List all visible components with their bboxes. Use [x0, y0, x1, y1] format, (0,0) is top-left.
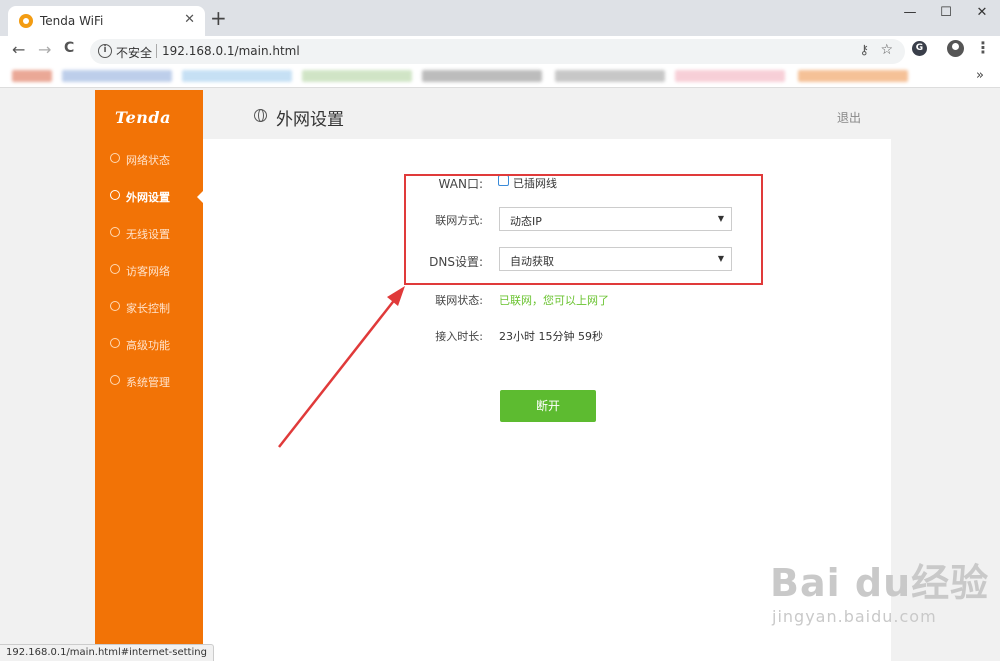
gear-icon	[110, 375, 120, 385]
sidebar-item-label: 访客网络	[126, 265, 170, 278]
browser-tab[interactable]: Tenda WiFi ✕	[8, 6, 205, 36]
bookmark-item[interactable]	[422, 70, 542, 82]
logout-link[interactable]: 退出	[837, 109, 861, 126]
guest-icon	[110, 264, 120, 274]
new-tab-button[interactable]: +	[210, 8, 227, 28]
profile-icon[interactable]	[947, 40, 964, 57]
browser-toolbar: ← → C i 不安全 192.168.0.1/main.html ⚷ ☆	[0, 36, 1000, 66]
parental-icon	[110, 301, 120, 311]
bookmark-item[interactable]	[555, 70, 665, 82]
watermark-main: Bai du经验	[770, 561, 990, 605]
uptime-value: 23小时 15分钟 59秒	[499, 330, 603, 343]
minimize-button[interactable]: —	[892, 0, 928, 26]
content-header: 外网设置 退出	[203, 90, 891, 139]
tab-close-icon[interactable]: ✕	[184, 12, 195, 27]
bookmark-item[interactable]	[62, 70, 172, 82]
extension-icon[interactable]: G	[912, 41, 927, 56]
sidebar-item-label: 系统管理	[126, 376, 170, 389]
sidebar-item-label: 高级功能	[126, 339, 170, 352]
bookmark-item[interactable]	[675, 70, 785, 82]
conn-status-value: 已联网，您可以上网了	[499, 294, 609, 307]
address-divider	[156, 44, 157, 58]
sidebar-item-label: 无线设置	[126, 228, 170, 241]
maximize-button[interactable]: ☐	[928, 0, 964, 26]
bookmarks-bar: »	[0, 66, 1000, 88]
sidebar-item-guest-network[interactable]: 访客网络	[95, 261, 203, 281]
close-window-button[interactable]: ✕	[964, 0, 1000, 26]
address-bar[interactable]: i 不安全 192.168.0.1/main.html ⚷ ☆	[90, 39, 905, 64]
watermark-sub: jingyan.baidu.com	[772, 607, 937, 626]
bookmark-item[interactable]	[182, 70, 292, 82]
baidu-watermark: Bai du经验 jingyan.baidu.com	[770, 552, 989, 626]
back-button[interactable]: ←	[12, 40, 25, 59]
wifi-icon	[110, 227, 120, 237]
info-icon[interactable]: i	[98, 44, 112, 58]
router-icon	[110, 153, 120, 163]
disconnect-button[interactable]: 断开	[500, 390, 596, 422]
bookmark-item[interactable]	[302, 70, 412, 82]
tenda-favicon-icon	[19, 14, 33, 28]
sidebar-item-advanced[interactable]: 高级功能	[95, 335, 203, 355]
globe-icon	[110, 190, 120, 200]
browser-menu-icon[interactable]: ⋮	[975, 38, 991, 57]
wrench-icon	[110, 338, 120, 348]
page-title: 外网设置	[276, 110, 344, 130]
bookmark-item[interactable]	[798, 70, 908, 82]
sidebar-item-wireless-settings[interactable]: 无线设置	[95, 224, 203, 244]
security-label: 不安全	[116, 46, 153, 60]
sidebar-item-label: 网络状态	[126, 154, 170, 167]
browser-status-url: 192.168.0.1/main.html#internet-setting	[0, 644, 214, 661]
sidebar-item-system[interactable]: 系统管理	[95, 372, 203, 392]
annotation-arrow	[278, 286, 405, 448]
annotation-highlight-box	[404, 174, 763, 285]
browser-tabbar: Tenda WiFi ✕ + — ☐ ✕	[0, 0, 1000, 36]
window-controls: — ☐ ✕	[892, 0, 1000, 30]
url-text[interactable]: 192.168.0.1/main.html	[162, 44, 300, 58]
sidebar-item-label: 家长控制	[126, 302, 170, 315]
sidebar-item-network-status[interactable]: 网络状态	[95, 150, 203, 170]
tab-title: Tenda WiFi	[40, 14, 104, 28]
forward-button[interactable]: →	[38, 40, 51, 59]
globe-icon	[254, 109, 267, 122]
bookmark-item[interactable]	[12, 70, 52, 82]
sidebar-item-internet-settings[interactable]: 外网设置	[95, 187, 203, 207]
reload-button[interactable]: C	[64, 40, 74, 56]
sidebar-item-parental-control[interactable]: 家长控制	[95, 298, 203, 318]
sidebar: Tenda 网络状态 外网设置 无线设置 访客网络 家长控制 高级功能 系统管理	[95, 90, 203, 661]
key-icon[interactable]: ⚷	[859, 43, 869, 58]
tenda-logo[interactable]: Tenda	[115, 108, 171, 127]
sidebar-item-label: 外网设置	[126, 191, 170, 204]
bookmark-star-icon[interactable]: ☆	[880, 42, 893, 58]
bookmarks-more-icon[interactable]: »	[976, 68, 984, 83]
